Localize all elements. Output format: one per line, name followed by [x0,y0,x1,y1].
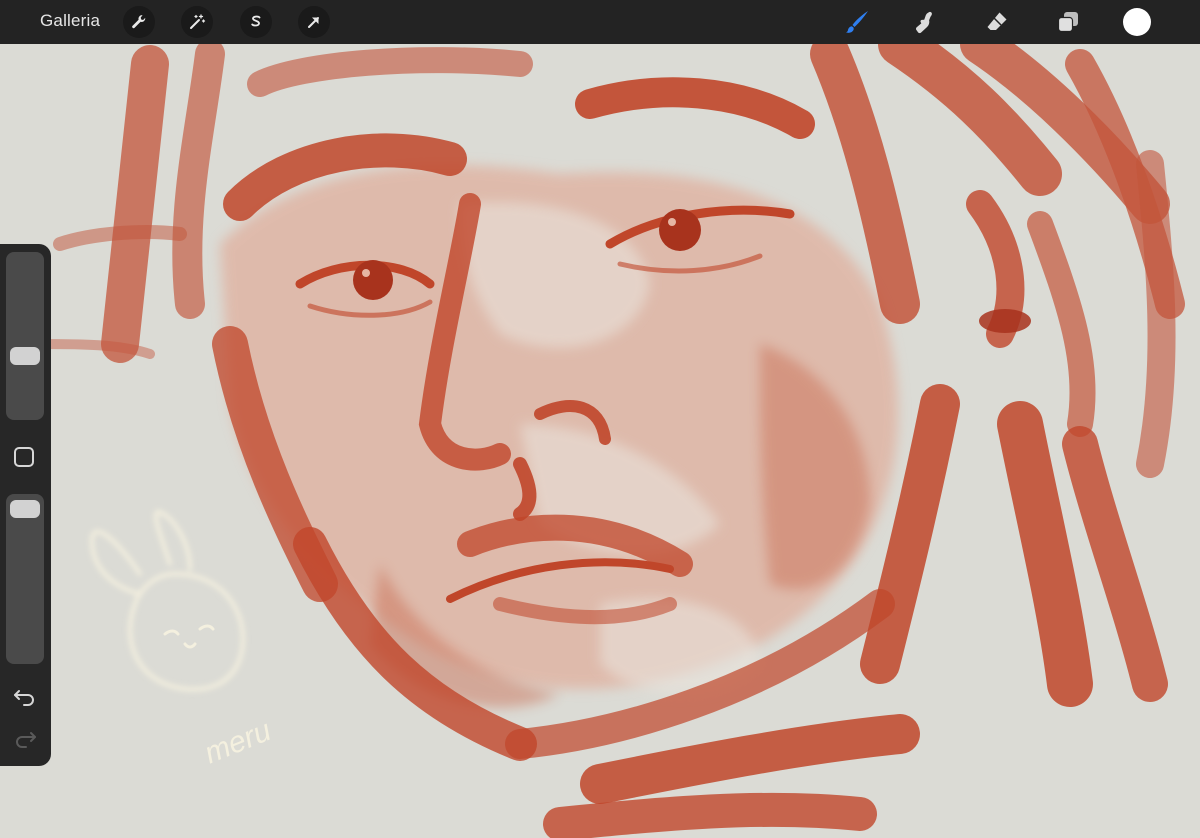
arrow-cursor-icon[interactable] [298,6,330,38]
undo-arrow-icon[interactable] [12,686,38,708]
opacity-thumb[interactable] [10,500,40,518]
top-toolbar: Galleria [0,0,1200,44]
layers-icon[interactable] [1053,7,1083,37]
square-modifier-icon[interactable] [14,447,34,467]
selection-s-icon[interactable] [240,6,272,38]
eraser-icon[interactable] [982,7,1012,37]
wrench-icon[interactable] [123,6,155,38]
color-picker-button[interactable] [1123,8,1151,36]
gallery-button[interactable]: Galleria [40,11,100,31]
brush-icon[interactable] [842,7,872,37]
opacity-slider[interactable] [6,494,44,664]
brush-size-slider[interactable] [6,252,44,420]
canvas-artwork: meru [0,44,1200,838]
brush-size-thumb[interactable] [10,347,40,365]
redo-arrow-icon[interactable] [12,728,38,750]
magic-wand-icon[interactable] [181,6,213,38]
sidebar-controls [0,244,51,766]
drawing-canvas[interactable]: meru [0,44,1200,838]
smudge-finger-icon[interactable] [910,7,940,37]
